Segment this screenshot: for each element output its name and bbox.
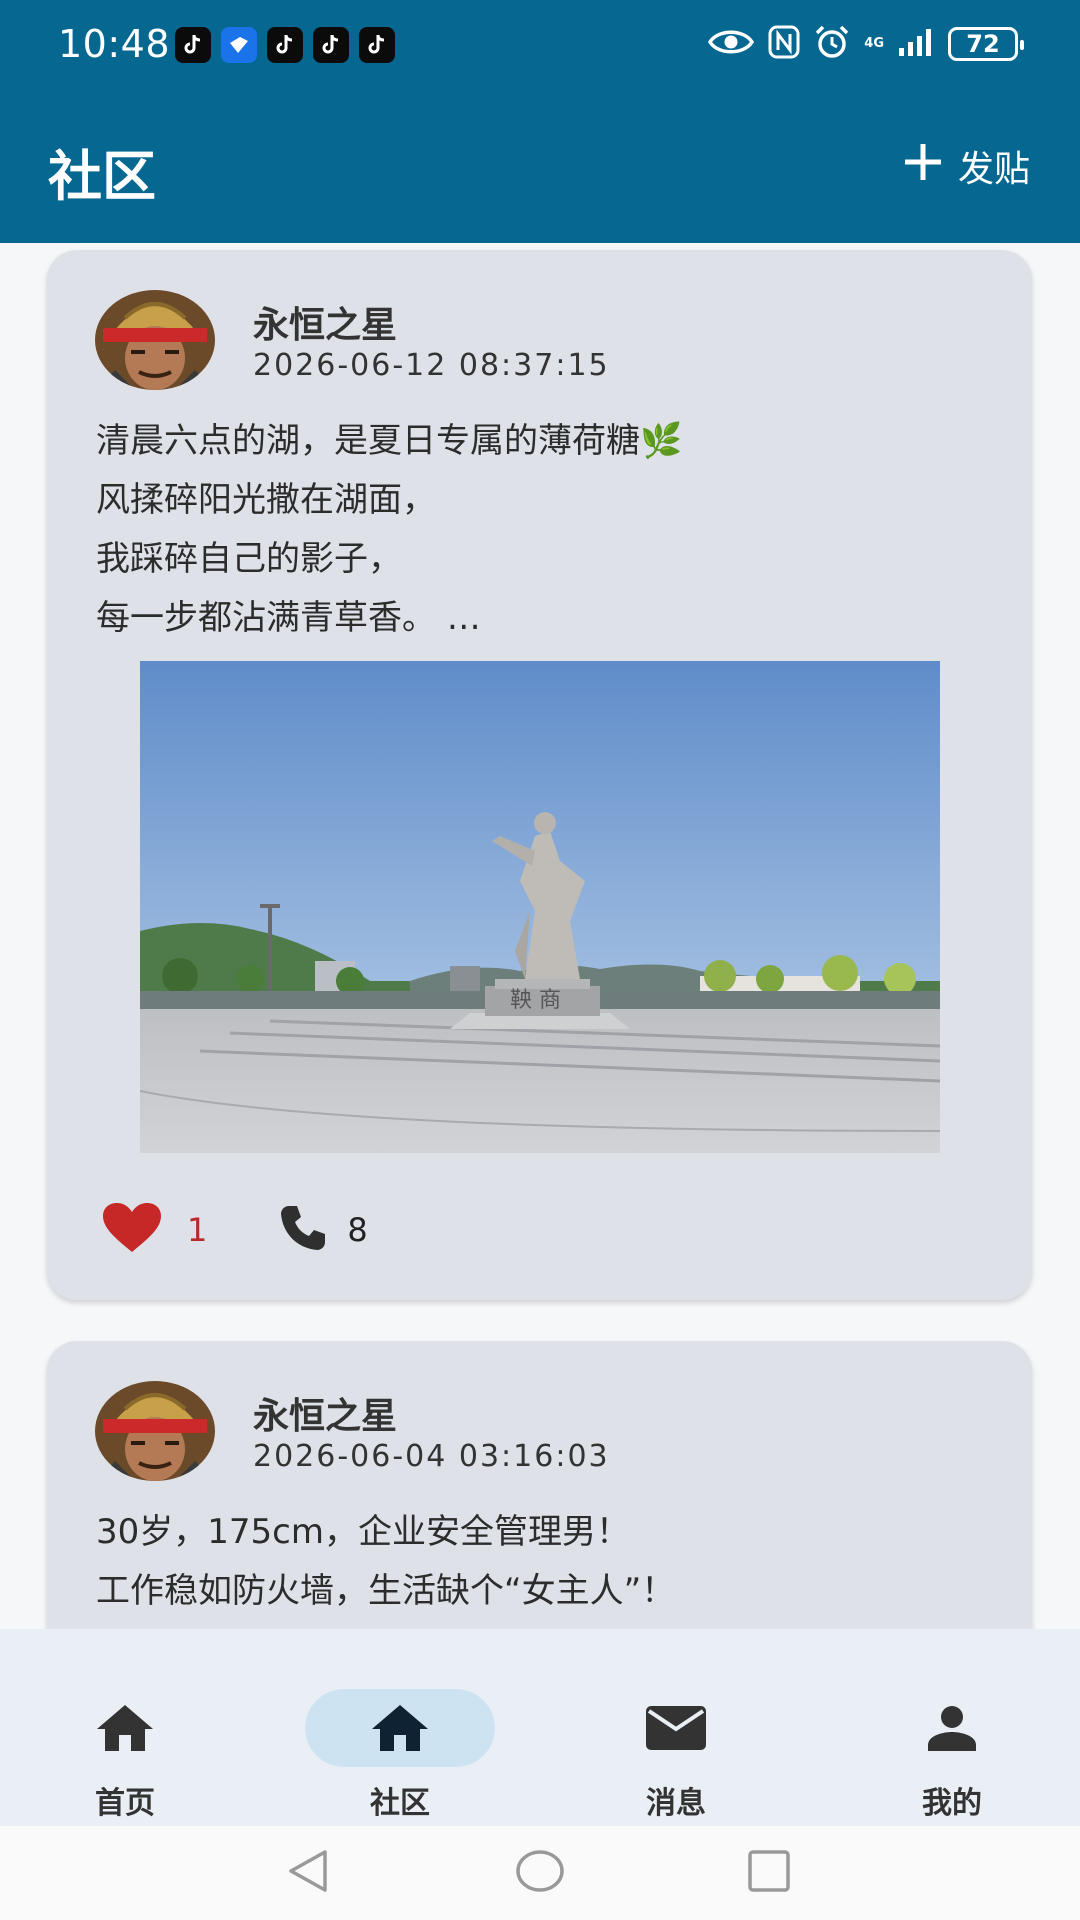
nfc-icon	[768, 25, 800, 63]
top-bar: 10:48 4G 72 社区 发贴	[0, 0, 1080, 243]
status-right: 4G 72	[708, 22, 1024, 66]
plus-icon	[902, 141, 944, 192]
status-time: 10:48	[58, 22, 171, 66]
status-bar: 10:48 4G 72	[0, 0, 1080, 88]
phone-icon[interactable]	[279, 1204, 327, 1256]
home-icon	[366, 1699, 434, 1757]
tiktok-icon	[313, 27, 349, 63]
tiktok-icon	[175, 27, 211, 63]
post-image[interactable]: 鞅 商	[140, 661, 940, 1153]
alarm-icon	[814, 25, 850, 63]
post-line: 工作稳如防火墙，生活缺个“女主人”！	[96, 1571, 676, 1611]
like-icon[interactable]	[101, 1202, 163, 1258]
new-post-button[interactable]: 发贴	[902, 140, 1030, 192]
post-line: 清晨六点的湖，是夏日专属的薄荷糖🌿	[96, 421, 683, 461]
home-icon	[91, 1699, 159, 1757]
tiktok-icon	[267, 27, 303, 63]
nav-label: 社区	[370, 1786, 430, 1821]
nav-label: 我的	[922, 1786, 982, 1821]
post-line: 30岁，175cm，企业安全管理男！	[96, 1512, 630, 1552]
svg-text:鞅 商: 鞅 商	[510, 988, 561, 1013]
post-card[interactable]: 永恒之星 2026-06-04 03:16:03 30岁，175cm，企业安全管…	[47, 1341, 1032, 1629]
post-author[interactable]: 永恒之星	[253, 1387, 397, 1439]
post-line: 我踩碎自己的影子，	[96, 539, 402, 579]
recents-icon[interactable]	[746, 1848, 792, 1898]
tiktok-icon	[359, 27, 395, 63]
mail-icon	[642, 1699, 710, 1757]
nav-item-home[interactable]: 首页	[25, 1659, 225, 1821]
bottom-navigation: 首页 社区 消息 我的	[0, 1629, 1080, 1826]
post-time: 2026-06-12 08:37:15	[253, 348, 610, 383]
nav-label: 首页	[95, 1786, 155, 1821]
post-card[interactable]: 永恒之星 2026-06-12 08:37:15 清晨六点的湖，是夏日专属的薄荷…	[47, 250, 1032, 1300]
back-icon[interactable]	[285, 1848, 331, 1898]
nav-label: 消息	[646, 1786, 706, 1821]
post-time: 2026-06-04 03:16:03	[253, 1439, 610, 1474]
like-count: 1	[187, 1211, 208, 1249]
battery-icon: 72	[948, 27, 1024, 61]
system-navigation-bar	[0, 1826, 1080, 1920]
avatar[interactable]	[95, 290, 215, 390]
post-actions: 1 8	[101, 1202, 368, 1258]
nav-item-profile[interactable]: 我的	[852, 1659, 1052, 1821]
notification-icons	[175, 27, 395, 63]
post-content[interactable]: 清晨六点的湖，是夏日专属的薄荷糖🌿 风揉碎阳光撒在湖面， 我踩碎自己的影子， 每…	[96, 412, 992, 648]
eye-icon	[708, 27, 755, 61]
post-author[interactable]: 永恒之星	[253, 296, 397, 348]
network-type: 4G	[864, 36, 884, 51]
feishu-icon	[221, 27, 257, 63]
post-line: 每一步都沾满青草香。 …	[96, 598, 481, 638]
post-line: 风揉碎阳光撒在湖面，	[96, 480, 436, 520]
nav-item-messages[interactable]: 消息	[576, 1659, 776, 1821]
avatar[interactable]	[95, 1381, 215, 1481]
post-content[interactable]: 30岁，175cm，企业安全管理男！ 工作稳如防火墙，生活缺个“女主人”！	[96, 1503, 992, 1621]
person-icon	[918, 1699, 986, 1757]
nav-item-community[interactable]: 社区	[300, 1659, 500, 1821]
home-circle-icon[interactable]	[515, 1848, 565, 1898]
signal-icon	[898, 28, 934, 60]
post-feed[interactable]: 永恒之星 2026-06-12 08:37:15 清晨六点的湖，是夏日专属的薄荷…	[0, 243, 1080, 1629]
comment-count: 8	[347, 1211, 368, 1249]
page-title: 社区	[48, 145, 156, 208]
new-post-label: 发贴	[957, 149, 1030, 190]
